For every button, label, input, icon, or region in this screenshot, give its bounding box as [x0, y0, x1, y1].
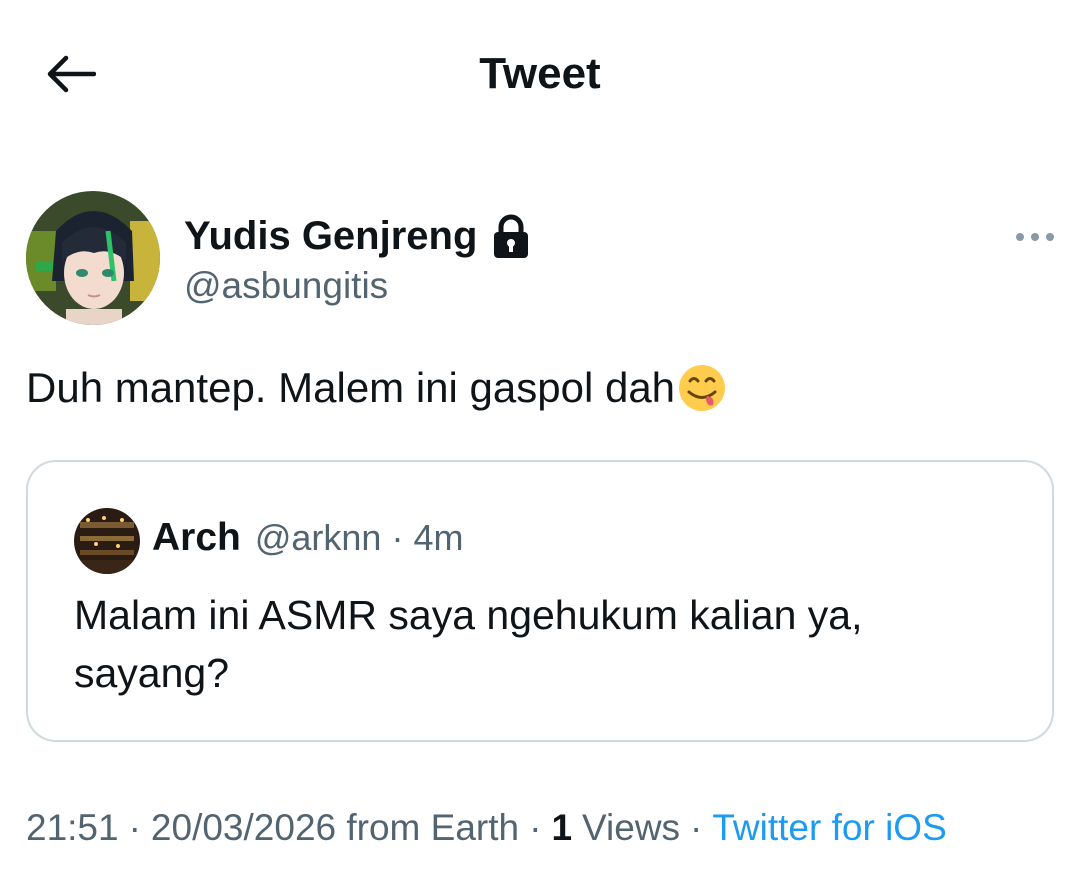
quoted-separator: · [391, 517, 404, 558]
lock-icon [494, 214, 529, 258]
page-title: Tweet [479, 49, 601, 98]
author-handle[interactable]: @asbungitis [184, 262, 388, 310]
tweet-time[interactable]: 21:51 [26, 807, 119, 849]
quoted-tweet-card[interactable]: Arch @arknn · 4m Malam ini ASMR saya nge… [26, 460, 1054, 742]
author-name-row: Yudis Genjreng [184, 210, 531, 262]
more-options-button[interactable] [1010, 222, 1060, 252]
meta-separator: · [529, 807, 542, 848]
arrow-left-icon [47, 55, 96, 93]
meta-separator: · [690, 807, 703, 848]
tweet-text-content: Duh mantep. Malem ini gaspol dah [26, 364, 676, 411]
quoted-text-line: sayang? [74, 650, 230, 696]
views-count[interactable]: 1 [551, 807, 572, 849]
views-label[interactable]: Views [582, 807, 680, 849]
author-display-name[interactable]: Yudis Genjreng [184, 210, 477, 262]
meta-separator: · [128, 807, 141, 848]
tweet-meta: 21:51 · 20/03/2026 from Earth · 1 Views … [26, 800, 947, 856]
face-savoring-food-emoji [679, 365, 726, 411]
quoted-time[interactable]: 4m [413, 517, 463, 559]
quoted-header: Arch @arknn · 4m [152, 516, 463, 568]
quoted-tweet-text: Malam ini ASMR saya ngehukum kalian ya, … [74, 586, 994, 702]
quoted-author-avatar[interactable] [74, 508, 140, 574]
quoted-text-line: Malam ini ASMR saya ngehukum kalian ya, [74, 592, 863, 638]
tweet-date[interactable]: 20/03/2026 from Earth [151, 807, 519, 849]
quoted-author-handle[interactable]: @arknn [255, 517, 382, 559]
more-horizontal-icon [1016, 233, 1054, 241]
tweet-detail-page: Tweet Yudis Genjreng @asbungitis Duh man… [0, 0, 1080, 878]
quoted-author-name[interactable]: Arch [152, 516, 241, 560]
source-link[interactable]: Twitter for iOS [712, 807, 946, 849]
back-button[interactable] [38, 48, 102, 100]
tweet-text: Duh mantep. Malem ini gaspol dah [26, 360, 1056, 416]
author-avatar[interactable] [26, 191, 160, 325]
